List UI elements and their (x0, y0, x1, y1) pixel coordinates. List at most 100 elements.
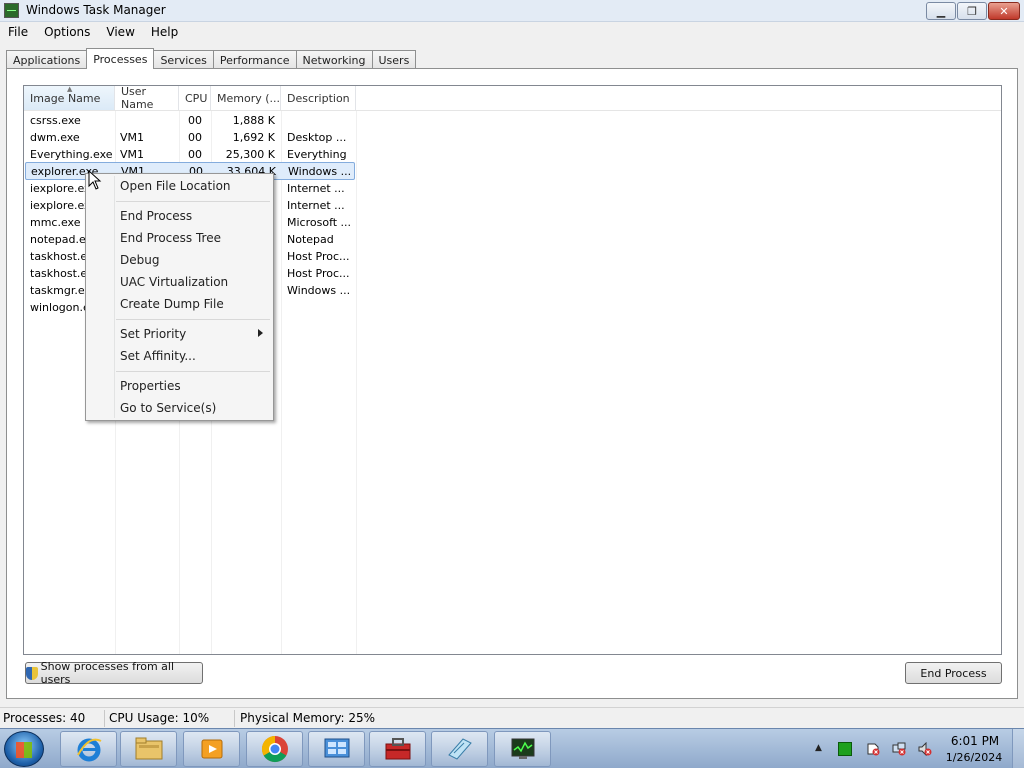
context-menu: Open File Location End Process End Proce… (85, 173, 274, 421)
status-divider (104, 710, 105, 727)
menu-help[interactable]: Help (143, 25, 186, 39)
media-player-icon (201, 739, 222, 759)
menu-item-go-to-services[interactable]: Go to Service(s) (120, 401, 216, 415)
action-center-icon[interactable] (866, 742, 880, 756)
control-panel-icon (324, 738, 349, 758)
volume-muted-icon[interactable] (918, 742, 932, 756)
process-name: csrss.exe (30, 114, 81, 127)
taskbar-media-player[interactable] (183, 731, 240, 767)
process-cpu: 00 (188, 131, 202, 144)
status-bar: Processes: 40 CPU Usage: 10% Physical Me… (0, 707, 1024, 728)
tab-processes[interactable]: Processes (86, 48, 155, 69)
column-user-name-label: User Name (121, 85, 154, 111)
process-name: Everything.exe (30, 148, 113, 161)
network-icon[interactable] (892, 742, 906, 756)
clock-time[interactable]: 6:01 PM (948, 734, 1002, 748)
process-description: Windows ... (287, 284, 351, 297)
show-all-users-label: Show processes from all users (40, 660, 175, 686)
menu-view[interactable]: View (98, 25, 142, 39)
menu-separator (116, 319, 270, 320)
process-description: Microsoft ... (287, 216, 352, 229)
task-manager-tray-icon[interactable] (838, 742, 852, 756)
process-name: dwm.exe (30, 131, 80, 144)
column-memory-label: Memory (... (217, 91, 281, 105)
table-row[interactable]: csrss.exe 00 1,888 K (25, 112, 355, 129)
process-description: Host Proc... (287, 267, 350, 280)
tab-applications[interactable]: Applications (6, 50, 88, 69)
clock-date[interactable]: 1/26/2024 (942, 751, 1006, 764)
status-divider (234, 710, 235, 727)
column-memory[interactable]: Memory (... (211, 86, 281, 110)
process-description: Desktop ... (287, 131, 347, 144)
taskbar-notepad[interactable] (431, 731, 488, 767)
show-desktop-button[interactable] (1012, 729, 1024, 768)
menu-bar: File Options View Help (0, 22, 1024, 42)
chrome-icon (261, 735, 288, 763)
process-memory: 1,692 K (232, 131, 275, 144)
status-physical-memory: Physical Memory: 25% (240, 711, 376, 725)
column-description-label: Description (287, 91, 350, 105)
window-title: Windows Task Manager (26, 3, 166, 17)
process-description: Windows ... (288, 165, 352, 178)
tab-services[interactable]: Services (153, 50, 214, 69)
menu-item-set-priority[interactable]: Set Priority (120, 327, 186, 341)
tab-users[interactable]: Users (371, 50, 417, 69)
tab-strip: Applications Processes Services Performa… (6, 48, 417, 69)
menu-separator (116, 371, 270, 372)
notepad-icon (447, 738, 472, 760)
show-all-users-button[interactable]: Show processes from all users (25, 660, 203, 686)
menu-options[interactable]: Options (36, 25, 98, 39)
menu-item-end-process[interactable]: End Process (120, 209, 192, 223)
menu-item-properties[interactable]: Properties (120, 379, 181, 393)
show-hidden-icons-icon[interactable]: ▲ (815, 743, 825, 753)
status-processes: Processes: 40 (3, 711, 86, 725)
taskbar-chrome[interactable] (246, 731, 303, 767)
menu-item-set-affinity[interactable]: Set Affinity... (120, 349, 196, 363)
end-process-button[interactable]: End Process (905, 662, 1002, 684)
taskbar-file-explorer[interactable] (120, 731, 177, 767)
column-image-name[interactable]: ▲ Image Name (24, 86, 115, 110)
column-cpu[interactable]: CPU (179, 86, 211, 110)
process-cpu: 00 (188, 114, 202, 127)
process-cpu: 00 (188, 148, 202, 161)
start-button[interactable] (4, 731, 44, 767)
uac-shield-icon (26, 666, 38, 680)
maximize-button[interactable]: ❐ (957, 2, 987, 20)
tab-networking[interactable]: Networking (295, 50, 373, 69)
table-row[interactable]: Everything.exe VM1 00 25,300 K Everythin… (25, 146, 355, 163)
process-memory: 25,300 K (225, 148, 275, 161)
menu-item-open-file-location[interactable]: Open File Location (120, 179, 231, 193)
minimize-button[interactable]: ▁ (926, 2, 956, 20)
submenu-arrow-icon (258, 329, 263, 337)
process-description: Notepad (287, 233, 334, 246)
end-process-label: End Process (920, 666, 987, 680)
taskbar-internet-explorer[interactable] (60, 731, 117, 767)
menu-separator (116, 201, 270, 202)
column-image-name-label: Image Name (30, 91, 101, 105)
menu-item-create-dump-file[interactable]: Create Dump File (120, 297, 224, 311)
column-description[interactable]: Description (281, 86, 356, 110)
taskbar-task-manager[interactable] (494, 731, 551, 767)
column-user-name[interactable]: User Name (115, 85, 179, 111)
menu-item-end-process-tree[interactable]: End Process Tree (120, 231, 221, 245)
menu-item-debug[interactable]: Debug (120, 253, 159, 267)
column-divider (356, 111, 357, 654)
process-description: Internet ... (287, 199, 345, 212)
process-description: Host Proc... (287, 250, 350, 263)
tab-performance[interactable]: Performance (212, 50, 297, 69)
header-divider (24, 110, 1001, 111)
task-manager-icon (4, 3, 19, 18)
status-cpu-usage: CPU Usage: 10% (109, 711, 210, 725)
table-row[interactable]: dwm.exe VM1 00 1,692 K Desktop ... (25, 129, 355, 146)
toolbox-icon (385, 738, 410, 760)
process-description: Internet ... (287, 182, 345, 195)
taskbar-toolbox[interactable] (369, 731, 426, 767)
mouse-cursor-icon (88, 170, 102, 190)
file-explorer-icon (135, 737, 162, 760)
process-memory: 1,888 K (232, 114, 275, 127)
sort-ascending-icon: ▲ (67, 85, 73, 93)
taskbar-control-panel[interactable] (308, 731, 365, 767)
menu-file[interactable]: File (0, 25, 36, 39)
close-button[interactable]: ✕ (988, 2, 1020, 20)
menu-item-uac-virtualization[interactable]: UAC Virtualization (120, 275, 228, 289)
